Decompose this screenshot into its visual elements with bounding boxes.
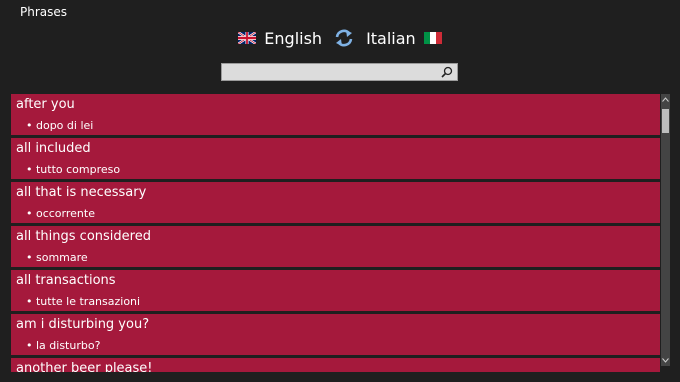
phrase-list: after you • dopo di lei all included • t… [11,94,660,372]
search-input[interactable] [224,64,434,80]
italy-flag-icon [423,32,442,44]
swap-languages-button[interactable] [334,28,354,48]
phrase-italian: • tutte le transazioni [26,295,141,308]
search-box [221,63,458,81]
list-item[interactable]: all included • tutto compreso [11,138,660,179]
scroll-up-icon[interactable] [661,95,670,104]
phrase-english: all things considered [16,229,151,244]
list-item[interactable]: am i disturbing you? • la disturbo? [11,314,660,355]
list-item[interactable]: all things considered • sommare [11,226,660,267]
language-selector: English Italian [0,27,680,49]
uk-flag-icon [238,32,257,44]
target-language-label[interactable]: Italian [366,29,416,48]
phrase-italian: • dopo di lei [26,119,94,132]
phrase-english: am i disturbing you? [16,317,150,332]
scrollbar[interactable] [661,94,670,366]
scroll-down-icon[interactable] [661,356,670,365]
scrollbar-thumb[interactable] [662,109,669,133]
list-item[interactable]: all that is necessary • occorrente [11,182,660,223]
phrase-italian: • tutto compreso [26,163,121,176]
phrase-italian: • la disturbo? [26,339,101,352]
search-icon[interactable] [441,66,453,78]
phrase-english: all transactions [16,273,116,288]
phrase-english: after you [16,97,75,112]
list-item[interactable]: all transactions • tutte le transazioni [11,270,660,311]
swap-arrows-icon [335,29,353,47]
phrase-english: all that is necessary [16,185,147,200]
phrase-english: all included [16,141,91,156]
phrase-italian: • occorrente [26,207,95,220]
list-item[interactable]: after you • dopo di lei [11,94,660,135]
source-language-label[interactable]: English [264,29,322,48]
app-title: Phrases [20,5,68,19]
phrase-english: another beer please! [16,361,153,372]
list-item[interactable]: another beer please! [11,358,660,372]
phrase-italian: • sommare [26,251,88,264]
